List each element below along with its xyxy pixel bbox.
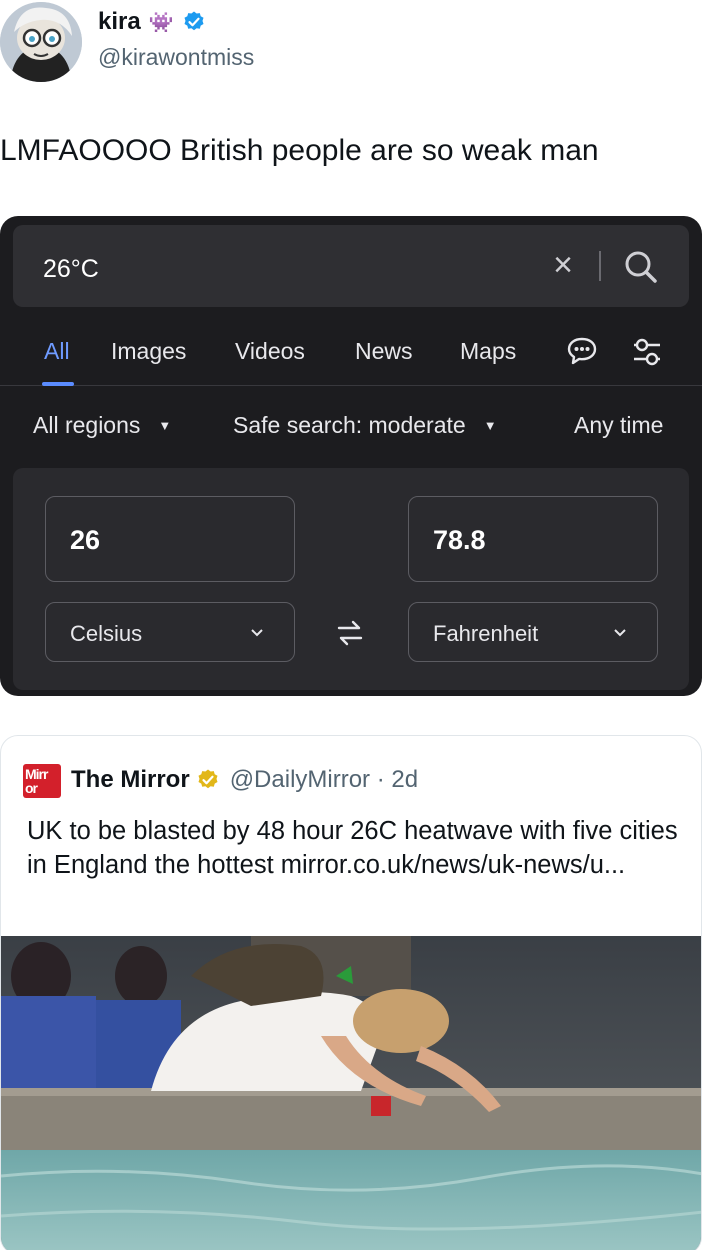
- unit-converter: 26 78.8 Celsius Fahrenheit: [13, 468, 689, 690]
- chevron-down-icon: [251, 629, 263, 637]
- tab-all[interactable]: All: [44, 338, 70, 365]
- verified-badge-icon: [184, 11, 204, 31]
- to-unit-label: Fahrenheit: [433, 621, 539, 646]
- author-handle[interactable]: @kirawontmiss: [98, 44, 254, 71]
- caret-down-icon: ▼: [483, 418, 497, 433]
- regions-label: All regions: [33, 412, 141, 438]
- quoted-handle-time[interactable]: @DailyMirror · 2d: [230, 766, 418, 794]
- to-value: 78.8: [433, 525, 486, 555]
- caret-down-icon: ▼: [158, 418, 172, 433]
- chat-icon[interactable]: [566, 336, 598, 366]
- time-label: Any time: [574, 412, 664, 438]
- to-value-input[interactable]: 78.8: [408, 496, 658, 582]
- search-screenshot: 26°C × All Images Videos News Maps All r…: [0, 216, 702, 696]
- from-unit-select[interactable]: Celsius: [45, 602, 295, 662]
- quoted-author-row: The Mirror @DailyMirror · 2d: [71, 766, 418, 794]
- regions-dropdown[interactable]: All regions ▼: [33, 412, 171, 439]
- from-value: 26: [70, 525, 101, 555]
- tab-maps[interactable]: Maps: [460, 338, 516, 365]
- avatar[interactable]: [0, 2, 82, 82]
- tab-images[interactable]: Images: [111, 338, 186, 365]
- author-name-row: kira 👾: [98, 8, 206, 36]
- quoted-tweet[interactable]: Mirr or The Mirror @DailyMirror · 2d UK …: [0, 735, 702, 1250]
- active-tab-indicator: [42, 382, 74, 386]
- close-icon[interactable]: ×: [553, 248, 573, 282]
- search-filters: All regions ▼ Safe search: moderate ▼ An…: [0, 402, 702, 448]
- verified-gold-badge-icon: [198, 769, 218, 789]
- tweet-text: LMFAOOOO British people are so weak man: [0, 134, 599, 167]
- search-divider: [599, 251, 601, 281]
- to-unit-select[interactable]: Fahrenheit: [408, 602, 658, 662]
- news-photo[interactable]: [1, 936, 702, 1250]
- space-invader-emoji: 👾: [148, 11, 174, 34]
- sliders-icon[interactable]: [632, 336, 662, 368]
- quoted-author-name[interactable]: The Mirror: [71, 766, 190, 794]
- from-value-input[interactable]: 26: [45, 496, 295, 582]
- search-input[interactable]: 26°C ×: [13, 225, 689, 307]
- tab-news[interactable]: News: [355, 338, 413, 365]
- quoted-text: UK to be blasted by 48 hour 26C heatwave…: [27, 817, 678, 879]
- chevron-down-icon: [614, 629, 626, 637]
- author-name[interactable]: kira: [98, 8, 141, 36]
- search-icon[interactable]: [621, 247, 661, 287]
- swap-icon[interactable]: [335, 618, 365, 648]
- from-unit-label: Celsius: [70, 621, 143, 646]
- safe-search-dropdown[interactable]: Safe search: moderate ▼: [233, 412, 497, 439]
- search-query: 26°C: [43, 255, 99, 283]
- tab-videos[interactable]: Videos: [235, 338, 305, 365]
- mirror-logo-text: Mirr or: [25, 766, 48, 796]
- time-dropdown[interactable]: Any time: [574, 412, 663, 439]
- safe-search-label: Safe search: moderate: [233, 412, 466, 438]
- mirror-logo[interactable]: Mirr or: [23, 764, 61, 798]
